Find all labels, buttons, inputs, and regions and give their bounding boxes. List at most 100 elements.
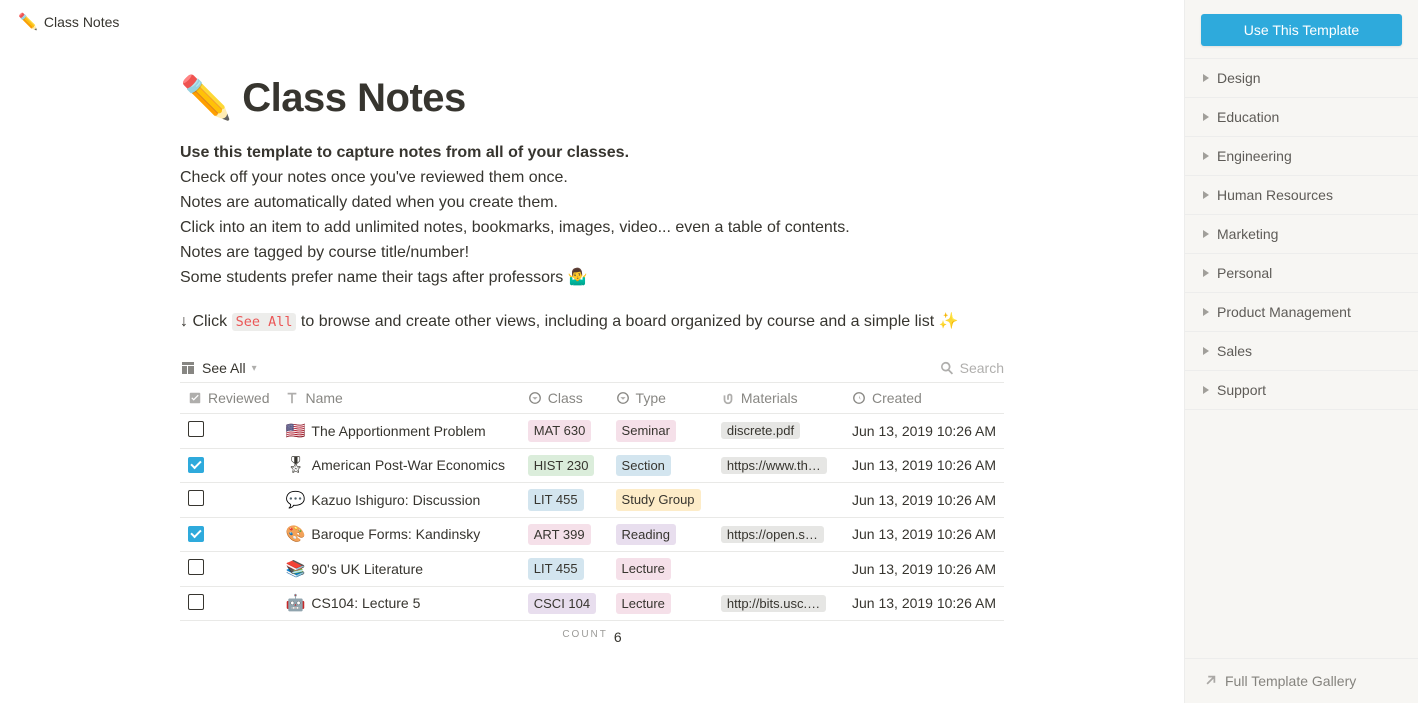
col-class: Class	[548, 390, 583, 406]
created-date: Jun 13, 2019 10:26 AM	[844, 586, 1004, 621]
table-row[interactable]: 🤖 CS104: Lecture 5 CSCI 104 Lecture http://b…	[180, 586, 1004, 621]
use-template-button[interactable]: Use This Template	[1201, 14, 1402, 46]
view-switcher[interactable]: See All ▾	[180, 360, 257, 376]
table-row[interactable]: 🇺🇸 The Apportionment Problem MAT 630 Semina…	[180, 414, 1004, 449]
reviewed-checkbox[interactable]	[188, 559, 204, 575]
row-emoji-icon: 🤖	[285, 593, 305, 613]
chevron-down-icon: ▾	[252, 363, 257, 374]
triangle-right-icon	[1203, 113, 1209, 121]
triangle-right-icon	[1203, 230, 1209, 238]
note-title: The Apportionment Problem	[311, 423, 485, 439]
search-button[interactable]: Search	[940, 360, 1004, 376]
row-emoji-icon: 📚	[285, 559, 305, 579]
category-label: Personal	[1217, 265, 1272, 281]
sidebar-category[interactable]: Personal	[1185, 254, 1418, 293]
triangle-right-icon	[1203, 308, 1209, 316]
class-tag: CSCI 104	[528, 593, 596, 615]
attachment-icon	[721, 391, 735, 405]
intro-line: Notes are tagged by course title/number!	[180, 241, 1004, 265]
col-created: Created	[872, 390, 922, 406]
full-gallery-link[interactable]: Full Template Gallery	[1185, 658, 1418, 703]
note-title: American Post-War Economics	[312, 457, 505, 473]
category-label: Product Management	[1217, 304, 1351, 320]
triangle-right-icon	[1203, 386, 1209, 394]
category-label: Sales	[1217, 343, 1252, 359]
reviewed-checkbox[interactable]	[188, 421, 204, 437]
material-link[interactable]: http://bits.usc.…	[721, 595, 826, 612]
type-tag: Lecture	[616, 593, 671, 615]
note-title: CS104: Lecture 5	[311, 595, 420, 611]
sidebar-category[interactable]: Human Resources	[1185, 176, 1418, 215]
type-tag: Lecture	[616, 558, 671, 580]
clock-icon	[852, 391, 866, 405]
table-row[interactable]: 📚90's UK LiteratureLIT 455LectureJun 13,…	[180, 552, 1004, 587]
sidebar: Use This Template Design Education Enginee…	[1184, 0, 1418, 703]
class-tag: HIST 230	[528, 455, 595, 477]
row-emoji-icon: 🎨	[285, 524, 305, 544]
count-label: COUNT	[562, 629, 608, 645]
breadcrumb-title: Class Notes	[44, 14, 119, 30]
pencil-icon: ✏️	[18, 12, 38, 32]
page-header: ✏️ Class Notes	[180, 74, 1004, 123]
created-date: Jun 13, 2019 10:26 AM	[844, 483, 1004, 518]
breadcrumb[interactable]: ✏️ Class Notes	[0, 0, 1184, 44]
type-tag: Study Group	[616, 489, 701, 511]
material-link[interactable]: https://www.th…	[721, 457, 827, 474]
col-name: Name	[305, 390, 342, 406]
row-emoji-icon: 🇺🇸	[285, 421, 305, 441]
see-all-code: See All	[232, 313, 297, 331]
intro-line: Check off your notes once you've reviewe…	[180, 166, 1004, 190]
table-icon	[180, 360, 196, 376]
table-row[interactable]: 🎨Baroque Forms: KandinskyART 399Readingh…	[180, 517, 1004, 552]
reviewed-checkbox[interactable]	[188, 526, 204, 542]
class-tag: MAT 630	[528, 420, 592, 442]
triangle-right-icon	[1203, 74, 1209, 82]
class-tag: LIT 455	[528, 489, 584, 511]
created-date: Jun 13, 2019 10:26 AM	[844, 414, 1004, 449]
col-type: Type	[636, 390, 666, 406]
material-link[interactable]: discrete.pdf	[721, 422, 800, 439]
category-label: Education	[1217, 109, 1279, 125]
page-title: Class Notes	[242, 76, 465, 121]
note-title: Baroque Forms: Kandinsky	[311, 526, 480, 542]
category-label: Human Resources	[1217, 187, 1333, 203]
checkbox-icon	[188, 391, 202, 405]
sidebar-category[interactable]: Design	[1185, 58, 1418, 98]
created-date: Jun 13, 2019 10:26 AM	[844, 448, 1004, 483]
text-icon	[285, 391, 299, 405]
category-label: Support	[1217, 382, 1266, 398]
table-row[interactable]: 💬Kazuo Ishiguro: DiscussionLIT 455Study …	[180, 483, 1004, 518]
category-label: Marketing	[1217, 226, 1278, 242]
triangle-right-icon	[1203, 191, 1209, 199]
intro-bold: Use this template to capture notes from …	[180, 144, 629, 161]
note-title: 90's UK Literature	[311, 561, 423, 577]
type-tag: Reading	[616, 524, 676, 546]
triangle-right-icon	[1203, 347, 1209, 355]
sidebar-category[interactable]: Product Management	[1185, 293, 1418, 332]
sidebar-category[interactable]: Support	[1185, 371, 1418, 410]
select-icon	[528, 391, 542, 405]
sidebar-category[interactable]: Marketing	[1185, 215, 1418, 254]
material-link[interactable]: https://open.s…	[721, 526, 824, 543]
sidebar-category[interactable]: Sales	[1185, 332, 1418, 371]
col-materials: Materials	[741, 390, 798, 406]
see-all-hint: ↓ Click See All to browse and create oth…	[180, 310, 1004, 334]
reviewed-checkbox[interactable]	[188, 594, 204, 610]
pencil-icon: ✏️	[180, 74, 232, 123]
gallery-label: Full Template Gallery	[1225, 673, 1356, 689]
view-name: See All	[202, 360, 246, 376]
intro-line: Click into an item to add unlimited note…	[180, 216, 1004, 240]
select-icon	[616, 391, 630, 405]
sidebar-category[interactable]: Education	[1185, 98, 1418, 137]
see-all-prefix: ↓ Click	[180, 313, 232, 330]
reviewed-checkbox[interactable]	[188, 490, 204, 506]
intro-line: Some students prefer name their tags aft…	[180, 266, 1004, 290]
main-content: ✏️ Class Notes ✏️ Class Notes Use this t…	[0, 0, 1184, 703]
reviewed-checkbox[interactable]	[188, 457, 204, 473]
table-row[interactable]: 🎖American Post-War EconomicsHIST 230Sect…	[180, 448, 1004, 483]
notes-table: Reviewed Name Class Type Materials Creat…	[180, 382, 1004, 621]
type-tag: Seminar	[616, 420, 676, 442]
category-label: Engineering	[1217, 148, 1292, 164]
sidebar-category[interactable]: Engineering	[1185, 137, 1418, 176]
see-all-suffix: to browse and create other views, includ…	[296, 313, 958, 330]
